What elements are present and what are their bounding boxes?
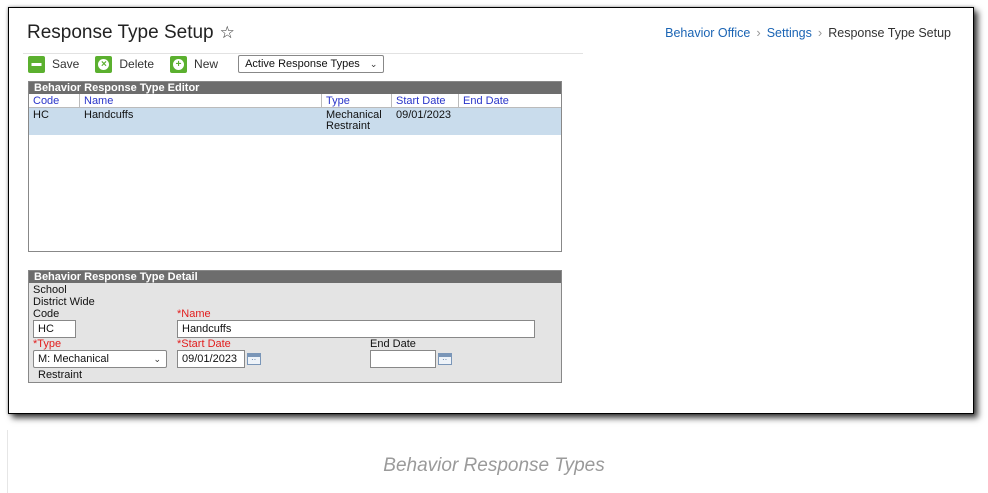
- column-header-name[interactable]: Name: [80, 94, 322, 107]
- breadcrumb: Behavior Office › Settings › Response Ty…: [665, 25, 951, 40]
- column-header-end-date[interactable]: End Date: [459, 94, 561, 107]
- column-header-type[interactable]: Type: [322, 94, 392, 107]
- delete-button[interactable]: × Delete: [95, 55, 155, 73]
- toolbar: ▬ Save × Delete + New Active Response Ty…: [28, 55, 385, 73]
- add-icon: +: [170, 55, 188, 73]
- filter-value: Active Response Types: [245, 58, 360, 70]
- start-date-label: *Start Date: [177, 338, 231, 350]
- title-divider: [23, 53, 583, 54]
- type-select[interactable]: M: Mechanical Restraint ⌄: [33, 350, 167, 381]
- chevron-right-icon: ›: [817, 25, 823, 40]
- cell-type: Mechanical Restraint: [322, 110, 392, 135]
- table-row[interactable]: HC Handcuffs Mechanical Restraint 09/01/…: [29, 108, 561, 135]
- app-window: Response Type Setup ☆ Behavior Office › S…: [8, 7, 974, 414]
- cell-end-date: [459, 110, 561, 135]
- code-input[interactable]: HC: [33, 320, 76, 338]
- end-date-label: End Date: [370, 338, 416, 350]
- save-label: Save: [52, 57, 80, 71]
- delete-icon: ×: [95, 55, 113, 73]
- page-title: Response Type Setup ☆: [27, 22, 235, 44]
- start-date-input[interactable]: 09/01/2023: [177, 350, 245, 368]
- end-date-input[interactable]: [370, 350, 436, 368]
- cell-code: HC: [33, 109, 49, 121]
- school-label: School: [33, 284, 67, 296]
- star-outline-icon[interactable]: ☆: [220, 23, 235, 42]
- code-label: Code: [33, 308, 60, 320]
- chevron-right-icon: ›: [756, 25, 761, 40]
- calendar-icon[interactable]: [247, 353, 261, 365]
- chevron-down-icon: ⌄: [153, 354, 161, 364]
- save-button[interactable]: ▬ Save: [28, 55, 80, 73]
- breadcrumb-behavior-office[interactable]: Behavior Office: [665, 26, 750, 40]
- cell-start-date: 09/01/2023: [396, 109, 452, 121]
- editor-column-headers: Code Name Type Start Date End Date: [29, 94, 561, 108]
- column-header-code[interactable]: Code: [29, 94, 80, 107]
- page-title-text: Response Type Setup: [27, 22, 214, 43]
- delete-label: Delete: [119, 57, 155, 71]
- detail-header: Behavior Response Type Detail: [29, 271, 561, 283]
- calendar-icon[interactable]: [438, 353, 452, 365]
- type-select-value: M: Mechanical Restraint: [38, 353, 109, 381]
- figure-caption: Behavior Response Types: [383, 455, 605, 476]
- breadcrumb-settings[interactable]: Settings: [767, 26, 812, 40]
- response-type-editor: Behavior Response Type Editor Code Name …: [28, 81, 562, 252]
- name-input[interactable]: Handcuffs: [177, 320, 535, 338]
- column-header-start-date[interactable]: Start Date: [392, 94, 459, 107]
- new-button[interactable]: + New: [170, 55, 219, 73]
- response-type-detail: Behavior Response Type Detail School Dis…: [28, 270, 562, 383]
- type-label: *Type: [33, 338, 62, 350]
- cell-type-line2: Restraint: [326, 120, 371, 132]
- school-value: District Wide: [33, 296, 95, 308]
- chevron-down-icon: ⌄: [369, 58, 378, 69]
- save-icon: ▬: [28, 55, 45, 73]
- response-type-filter-select[interactable]: Active Response Types ⌄: [238, 55, 385, 73]
- breadcrumb-current: Response Type Setup: [828, 25, 951, 40]
- name-label: *Name: [177, 308, 211, 320]
- editor-header: Behavior Response Type Editor: [29, 82, 561, 94]
- cell-name: Handcuffs: [84, 109, 134, 121]
- new-label: New: [194, 57, 219, 71]
